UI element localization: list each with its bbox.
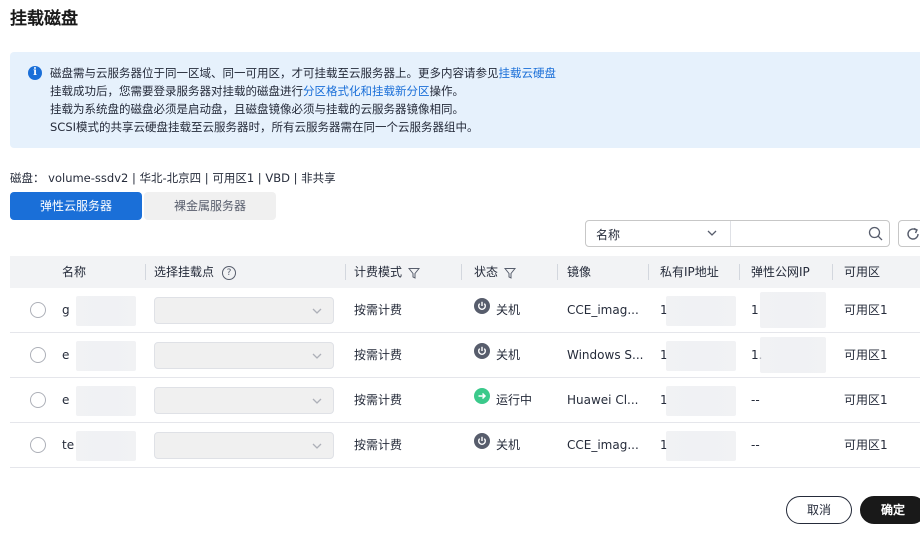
row-az: 可用区1 <box>844 438 888 452</box>
tab-bms[interactable]: 裸金属服务器 <box>144 192 276 220</box>
row-billing: 按需计费 <box>354 348 403 362</box>
server-type-tabs: 弹性云服务器 裸金属服务器 <box>10 192 276 220</box>
col-image: 镜像 <box>567 256 649 288</box>
col-eip: 弹性公网IP <box>751 256 833 288</box>
running-icon <box>474 378 490 422</box>
redacted-eip <box>760 337 826 373</box>
row-az: 可用区1 <box>844 303 888 317</box>
row-image: CCE_imag... <box>567 438 639 452</box>
redacted-eip <box>760 292 826 328</box>
row-status: 关机 <box>474 333 564 377</box>
power-off-icon <box>474 288 490 332</box>
search-icon[interactable] <box>868 226 883 241</box>
refresh-button[interactable] <box>898 220 920 247</box>
refresh-icon <box>907 227 919 240</box>
chevron-down-icon <box>707 230 717 236</box>
row-billing: 按需计费 <box>354 438 403 452</box>
power-off-icon <box>474 333 490 377</box>
row-billing: 按需计费 <box>354 393 403 407</box>
table-row[interactable]: e 按需计费 关机 Windows S... 1 1. 可用区1 <box>10 333 920 378</box>
info-icon: i <box>28 66 42 80</box>
row-status: 运行中 <box>474 378 564 422</box>
help-icon[interactable]: ? <box>222 265 237 280</box>
mount-point-select[interactable] <box>154 387 334 414</box>
notice-line-2: 挂载成功后，您需要登录服务器对挂载的磁盘进行分区格式化和挂载新分区操作。 <box>50 84 464 98</box>
row-radio[interactable] <box>30 392 46 408</box>
row-eip: -- <box>751 393 760 407</box>
redacted-ip <box>666 341 736 371</box>
row-image: Huawei Cl... <box>567 393 639 407</box>
table-body: g 按需计费 关机 CCE_imag... 1 1 可用区1 e 按需计费 关机 Windows S… <box>10 288 920 468</box>
notice-line-3: 挂载为系统盘的磁盘必须是启动盘，且磁盘镜像必须与挂载的云服务器镜像相同。 <box>50 102 464 116</box>
tab-ecs[interactable]: 弹性云服务器 <box>10 192 142 220</box>
redacted-name <box>76 341 136 371</box>
filter-field-select[interactable]: 名称 <box>586 221 731 246</box>
disk-info: 磁盘： volume-ssdv2 | 华北-北京四 | 可用区1 | VBD |… <box>10 171 336 185</box>
mount-point-select[interactable] <box>154 297 334 324</box>
mount-disk-link[interactable]: 挂载云硬盘 <box>499 66 557 80</box>
table-row[interactable]: g 按需计费 关机 CCE_imag... 1 1 可用区1 <box>10 288 920 333</box>
col-status: 状态 <box>474 256 558 288</box>
chevron-down-icon <box>312 443 322 449</box>
notice-line-1: 磁盘需与云服务器位于同一区域、同一可用区，才可挂载至云服务器上。更多内容请参见挂… <box>50 66 557 80</box>
dialog-title: 挂载磁盘 <box>10 9 78 29</box>
row-az: 可用区1 <box>844 348 888 362</box>
row-status: 关机 <box>474 423 564 467</box>
chevron-down-icon <box>312 398 322 404</box>
col-billing: 计费模式 <box>354 256 462 288</box>
filter-icon[interactable] <box>503 267 517 279</box>
row-status: 关机 <box>474 288 564 332</box>
search-input[interactable] <box>734 223 864 244</box>
col-mount-point: 选择挂载点? <box>154 256 346 288</box>
row-radio[interactable] <box>30 302 46 318</box>
row-az: 可用区1 <box>844 393 888 407</box>
redacted-ip <box>666 431 736 461</box>
confirm-button[interactable]: 确定 <box>860 496 920 524</box>
row-eip: -- <box>751 438 760 452</box>
row-billing: 按需计费 <box>354 303 403 317</box>
table-header: 名称 选择挂载点? 计费模式 状态 镜像 私有IP地址 弹性公网IP 可用区 <box>10 256 920 288</box>
col-az: 可用区 <box>844 265 881 279</box>
chevron-down-icon <box>312 353 322 359</box>
row-radio[interactable] <box>30 347 46 363</box>
row-image: CCE_imag... <box>567 303 639 317</box>
search-filter: 名称 <box>585 220 890 247</box>
partition-format-link[interactable]: 分区格式化和挂载新分区 <box>303 84 430 98</box>
info-notice: i 磁盘需与云服务器位于同一区域、同一可用区，才可挂载至云服务器上。更多内容请参… <box>10 52 920 148</box>
redacted-name <box>76 431 136 461</box>
redacted-name <box>76 296 136 326</box>
filter-icon[interactable] <box>407 267 421 279</box>
col-private-ip: 私有IP地址 <box>660 256 740 288</box>
notice-line-4: SCSI模式的共享云硬盘挂载至云服务器时，所有云服务器需在同一个云服务器组中。 <box>50 120 479 134</box>
mount-point-select[interactable] <box>154 432 334 459</box>
col-name: 名称 <box>62 256 146 288</box>
row-image: Windows S... <box>567 348 644 362</box>
redacted-ip <box>666 386 736 416</box>
redacted-name <box>76 386 136 416</box>
mount-point-select[interactable] <box>154 342 334 369</box>
table-row[interactable]: e 按需计费 运行中 Huawei Cl... 1 -- 可用区1 <box>10 378 920 423</box>
chevron-down-icon <box>312 308 322 314</box>
table-row[interactable]: te 按需计费 关机 CCE_imag... 1 -- 可用区1 <box>10 423 920 468</box>
server-table: 名称 选择挂载点? 计费模式 状态 镜像 私有IP地址 弹性公网IP 可用区 g… <box>10 256 920 468</box>
row-radio[interactable] <box>30 437 46 453</box>
cancel-button[interactable]: 取消 <box>786 496 852 524</box>
power-off-icon <box>474 423 490 467</box>
redacted-ip <box>666 296 736 326</box>
